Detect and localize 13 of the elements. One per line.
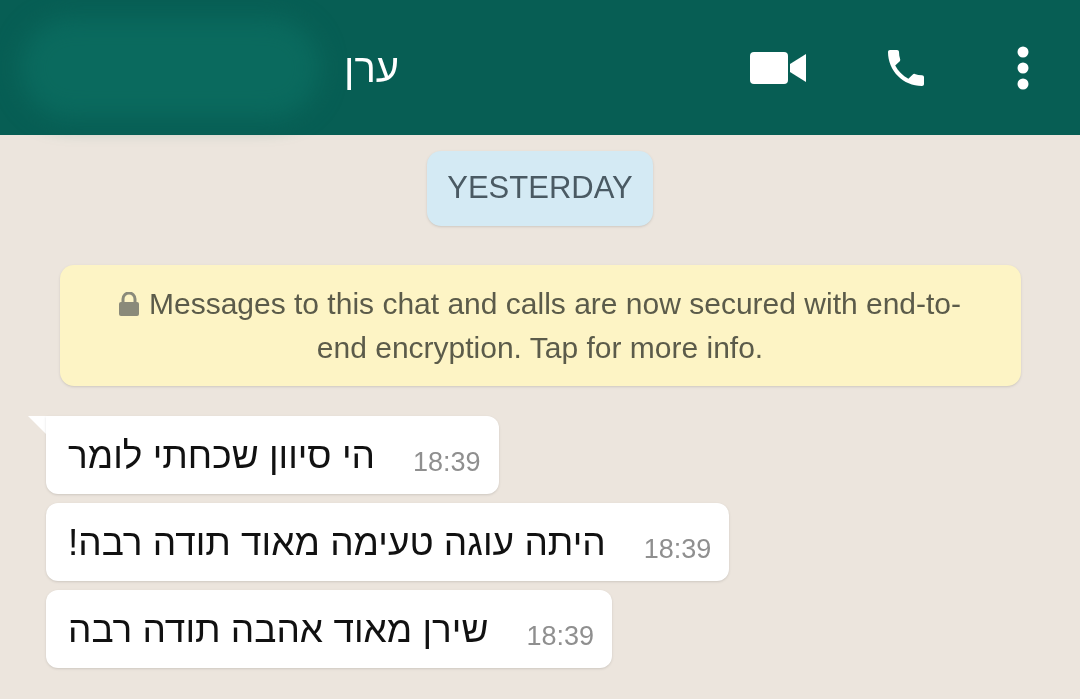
encryption-text: Messages to this chat and calls are now secured with end-to-end encryption. Tap for more info. — [100, 281, 980, 370]
more-options-icon[interactable] — [1016, 45, 1030, 90]
message-text: היתה עוגה טעימה מאוד תודה רבה! — [68, 521, 606, 565]
lock-icon — [118, 291, 139, 316]
message-time: 18:39 — [643, 532, 712, 566]
message-text: שירן מאוד אהבה תודה רבה — [68, 608, 489, 652]
message-time: 18:39 — [526, 619, 594, 653]
video-call-icon[interactable] — [750, 51, 806, 84]
message-time: 18:39 — [412, 445, 481, 479]
contact-name[interactable]: ערן — [344, 37, 400, 98]
encryption-notice[interactable]: Messages to this chat and calls are now secured with end-to-end encryption. Tap for more info. — [59, 265, 1021, 386]
date-chip: YESTERDAY — [427, 151, 653, 226]
message-text: הי סיוון שכחתי לומר — [68, 434, 375, 478]
